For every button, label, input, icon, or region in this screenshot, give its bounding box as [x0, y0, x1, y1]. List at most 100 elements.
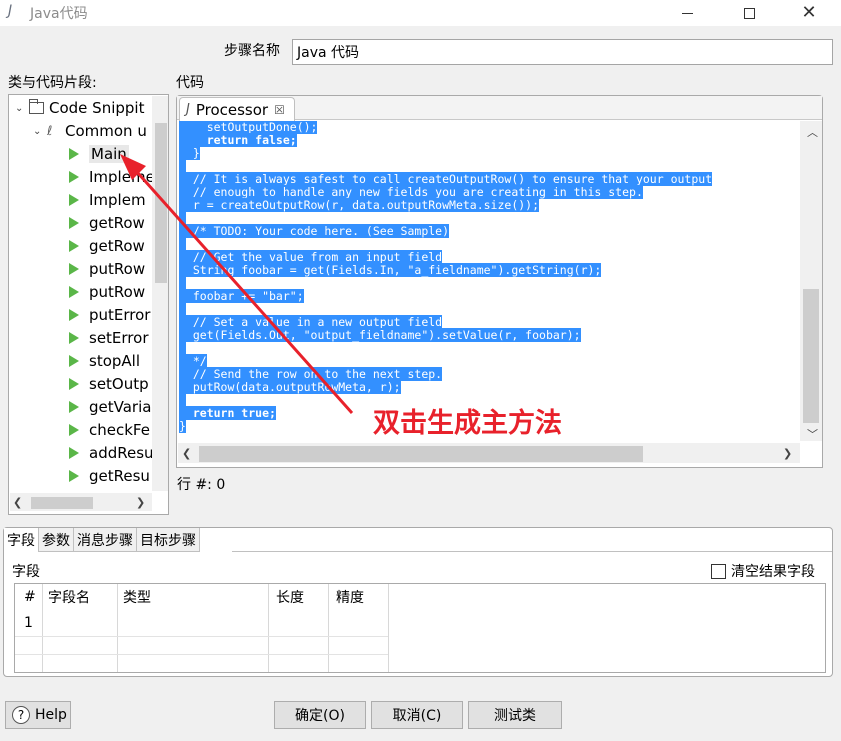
tab-target-steps[interactable]: 目标步骤 [137, 528, 200, 552]
cancel-button[interactable]: 取消(C) [371, 701, 463, 729]
scroll-right-icon[interactable]: ❯ [136, 496, 145, 509]
tree-item-label: Implem [89, 191, 146, 209]
snippets-label: 类与代码片段: [8, 75, 97, 91]
scroll-right-icon[interactable]: ❯ [783, 447, 792, 460]
folder-icon [29, 99, 44, 114]
row-count: 行 #: 0 [177, 477, 226, 493]
code-text-area[interactable]: setOutputDone(); return false; } // It i… [179, 121, 799, 441]
clear-result-fields-checkbox[interactable]: 清空结果字段 [711, 561, 815, 581]
tree-item-label: getVaria [89, 398, 152, 416]
close-button[interactable]: ✕ [786, 0, 832, 26]
editor-horizontal-thumb[interactable] [199, 446, 643, 462]
tree-item[interactable]: setOutp [69, 373, 149, 395]
tree-item-label: getRow [89, 237, 145, 255]
tree-root-label: Code Snippit [49, 99, 145, 117]
tree-item[interactable]: putError [69, 304, 150, 326]
snippet-icon [69, 447, 79, 459]
test-class-button[interactable]: 测试类 [468, 701, 562, 729]
snippet-icon [69, 470, 79, 482]
tree-item[interactable]: getRow [69, 212, 145, 234]
java-icon: J [8, 3, 13, 19]
step-name-input[interactable]: Java 代码 [292, 39, 833, 65]
minimize-button[interactable] [664, 0, 710, 26]
code-line[interactable]: r = createOutputRow(r, data.outputRowMet… [179, 198, 540, 212]
snippet-tree[interactable]: ⌄ Code Snippit ⌄ ℓ Common u Main Impleme I… [8, 94, 169, 515]
tree-item-label: putRow [89, 283, 146, 301]
tree-item[interactable]: Implem [69, 189, 146, 211]
tree-root[interactable]: ⌄ Code Snippit [15, 97, 144, 119]
editor-vertical-thumb[interactable] [803, 289, 819, 423]
code-line[interactable]: } [179, 419, 186, 433]
title-bar: J Java代码 ✕ [0, 0, 841, 26]
code-label: 代码 [176, 75, 204, 91]
code-line[interactable]: return true; [179, 406, 276, 420]
column-header-length[interactable]: 长度 [271, 584, 304, 610]
tree-item[interactable]: addResu [69, 442, 154, 464]
scroll-down-icon[interactable]: ﹀ [807, 426, 818, 442]
tree-item-label: setError [89, 329, 149, 347]
snippet-icon [69, 286, 79, 298]
snippet-icon [69, 217, 79, 229]
code-line[interactable]: putRow(data.outputRowMeta, r); [179, 380, 401, 394]
help-label: Help [35, 707, 67, 723]
snippet-icon [69, 332, 79, 344]
minimize-icon [681, 12, 693, 14]
tab-info-steps[interactable]: 消息步骤 [74, 528, 137, 552]
tree-item[interactable]: putRow [69, 258, 145, 280]
table-row-index[interactable]: 1 [19, 610, 33, 636]
tree-item[interactable]: getResu [69, 465, 150, 487]
collapse-icon[interactable]: ⌄ [15, 103, 29, 114]
annotation-text: 双击生成主方法 [373, 408, 562, 439]
tree-group-label: Common u [65, 122, 147, 140]
ok-button[interactable]: 确定(O) [274, 701, 366, 729]
tree-item[interactable]: setError [69, 327, 149, 349]
scroll-left-icon[interactable]: ❮ [182, 447, 191, 460]
column-header-precision[interactable]: 精度 [331, 584, 364, 610]
tree-item[interactable]: getRow [69, 235, 145, 257]
help-button[interactable]: ? Help [5, 701, 71, 729]
code-line[interactable]: /* TODO: Your code here. (See Sample) [179, 224, 450, 238]
tree-item[interactable]: stopAll [69, 350, 140, 372]
editor-tab-bar: J Processor ☒ [177, 96, 822, 121]
close-icon[interactable]: ☒ [274, 103, 285, 117]
tree-item[interactable]: getVaria [69, 396, 151, 418]
clear-result-fields-label: 清空结果字段 [731, 564, 815, 580]
column-header-type[interactable]: 类型 [118, 584, 151, 610]
tree-item[interactable]: Main [69, 143, 129, 165]
tree-group[interactable]: ⌄ ℓ Common u [33, 120, 147, 142]
java-icon: J [186, 102, 190, 117]
tab-parameters[interactable]: 参数 [39, 528, 74, 552]
tree-item-label: getResu [89, 467, 150, 485]
tab-processor[interactable]: J Processor ☒ [179, 97, 295, 121]
tree-item-label: putRow [89, 260, 146, 278]
collapse-icon[interactable]: ⌄ [33, 126, 47, 137]
tree-item[interactable]: putRow [69, 281, 145, 303]
maximize-button[interactable] [726, 0, 772, 26]
snippet-icon [69, 171, 79, 183]
tree-item-label: checkFe [89, 421, 150, 439]
tree-vertical-thumb[interactable] [155, 123, 167, 283]
tree-item[interactable]: checkFe [69, 419, 150, 441]
tree-item-label: stopAll [89, 352, 140, 370]
code-line[interactable]: foobar += "bar"; [179, 289, 304, 303]
tab-fields[interactable]: 字段 [4, 528, 39, 552]
snippet-icon [69, 401, 79, 413]
snippet-icon [69, 424, 79, 436]
checkbox-icon[interactable] [711, 563, 726, 579]
tree-item[interactable]: Impleme [69, 166, 155, 188]
fields-table[interactable]: # 字段名 类型 长度 精度 1 [14, 583, 826, 673]
snippet-icon [69, 148, 79, 160]
scroll-up-icon[interactable]: ︿ [807, 124, 818, 140]
tab-label: Processor [195, 100, 269, 119]
step-name-label: 步骤名称 [224, 43, 280, 59]
tree-horizontal-thumb[interactable] [31, 497, 93, 509]
scroll-left-icon[interactable]: ❮ [13, 496, 22, 509]
help-icon: ? [12, 706, 30, 724]
code-line[interactable]: String foobar = get(Fields.In, "a_fieldn… [179, 263, 602, 277]
maximize-icon [743, 7, 755, 19]
column-header-field-name[interactable]: 字段名 [43, 584, 90, 610]
tree-item-label: getRow [89, 214, 145, 232]
snippet-icon [69, 355, 79, 367]
code-line[interactable]: get(Fields.Out, "output_fieldname").setV… [179, 328, 581, 342]
snippet-icon [69, 263, 79, 275]
